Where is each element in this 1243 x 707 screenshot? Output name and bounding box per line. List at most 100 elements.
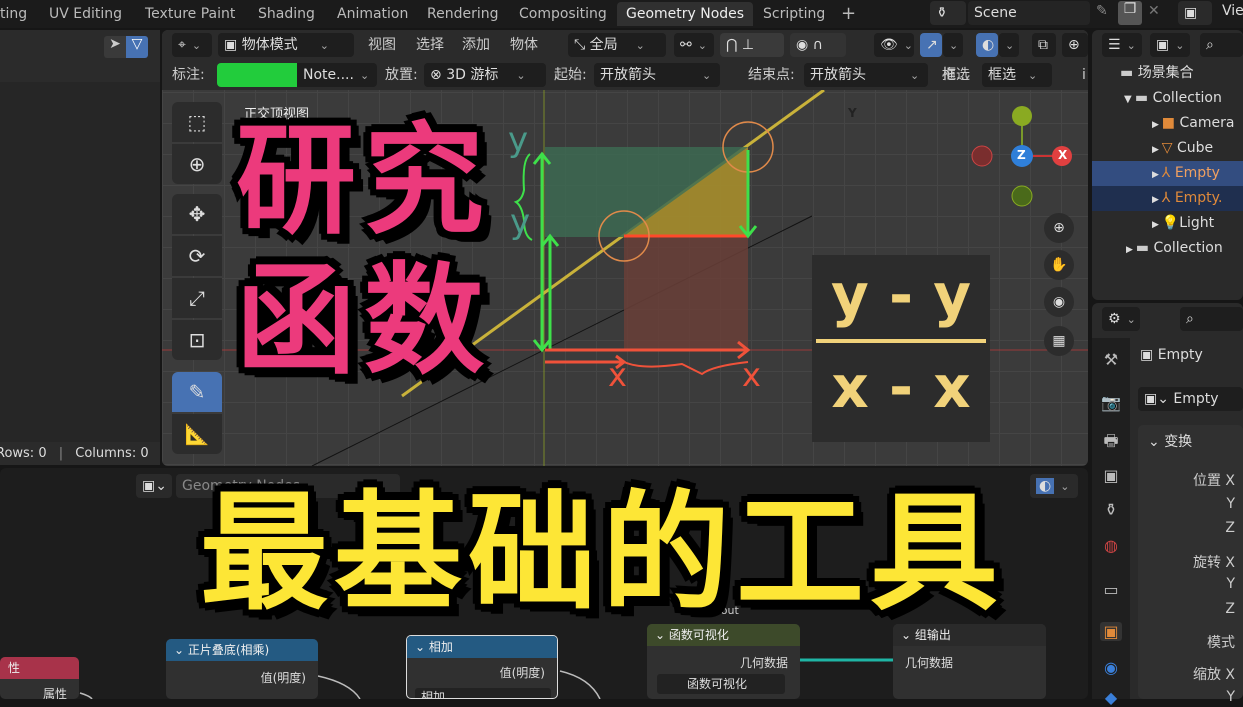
cursor-icon[interactable]: ➤ [104,36,126,58]
scene-props-icon[interactable]: ⚱ [1100,500,1122,519]
new-scene-icon[interactable]: ❐ [1118,1,1142,25]
search-icon[interactable]: ⌕ [1200,33,1243,57]
rotate-tool[interactable]: ⟳ [172,236,222,276]
render-icon[interactable]: 📷 [1100,393,1122,412]
view-layer-props-icon[interactable]: ▣ [1100,466,1122,485]
end-style-selector[interactable]: 开放箭头 ⌄ [804,63,928,87]
gizmo-x-label[interactable]: X [1058,148,1067,162]
menu-object[interactable]: 物体 [510,33,538,57]
cursor-tool[interactable]: ⊕ [172,144,222,184]
outliner-item-cube[interactable]: ▶ ▽ Cube [1092,136,1243,161]
physics-icon[interactable]: ◆ [1100,688,1122,707]
editor-type-icon[interactable]: ⌖ ⌄ [172,33,212,57]
location-x-label: 位置 X [1192,473,1235,489]
outliner-item-empty[interactable]: ▶ ⅄ Empty [1092,161,1243,186]
overlay-subtitle: 最基础的工具 [200,479,1005,628]
scale-tool[interactable]: ⤢ [172,278,222,318]
view-layer-icon[interactable]: ▣ [1178,1,1212,25]
move-tool[interactable]: ✥ [172,194,222,234]
tab-shading[interactable]: Shading [249,2,324,26]
node-attribute[interactable]: 性 属性 [0,657,79,699]
outliner-item-light[interactable]: ▶ 💡Light [1092,211,1243,236]
scene-icon[interactable]: ⚱ [930,1,966,25]
gizmo-y-label[interactable]: Y [848,106,857,120]
workspace-tabs-bar: ting UV Editing Texture Paint Shading An… [0,0,1243,28]
node-multiply[interactable]: ⌄ 正片叠底(相乘) 值(明度) [166,639,318,699]
outliner-item-camera[interactable]: ▶ ■ Camera [1092,111,1243,136]
filter-icon[interactable]: ▽ [126,36,148,58]
overlay-dropdown[interactable]: ⌄ [999,33,1019,57]
outliner-root[interactable]: ▬ 场景集合 [1092,61,1243,86]
visibility-icon[interactable]: 👁 ⌄ [874,33,914,57]
view-layer-name[interactable]: Vie [1222,3,1243,19]
annotation-color-swatch[interactable] [217,63,297,87]
rotation-mode-label: 模式 [1207,635,1235,651]
collection-props-icon[interactable]: ▭ [1100,580,1122,599]
node-group-output[interactable]: ⌄ 组输出 几何数据 [893,624,1046,699]
output-icon[interactable]: 🖶 [1100,430,1122,457]
add-workspace-button[interactable]: + [832,2,865,26]
location-y-label: Y [1226,496,1235,512]
tab-animation[interactable]: Animation [328,2,417,26]
gizmo-z-label[interactable]: Z [1017,148,1026,162]
tab-scripting[interactable]: Scripting [754,2,834,26]
editor-type-properties-icon[interactable]: ⚙ ⌄ [1102,307,1140,331]
select-box-tool[interactable]: ⬚ [172,102,222,142]
end-label: 结束点: [748,67,795,83]
tab-rendering[interactable]: Rendering [418,2,508,26]
display-mode-icon[interactable]: ☰ ⌄ [1102,33,1142,57]
object-data-selector[interactable]: ▣⌄ Empty [1138,387,1243,411]
placement-selector[interactable]: ⊗ 3D 游标 ⌄ [424,63,546,87]
grid-view-icon[interactable]: ▦ [1044,326,1074,356]
modifier-icon[interactable]: ◉ [1100,658,1122,677]
tab-uv-editing[interactable]: UV Editing [40,2,131,26]
xray-icon[interactable]: ⧉ [1032,33,1056,57]
scale-y-label: Y [1226,689,1235,705]
close-icon[interactable]: ✕ [1148,3,1160,19]
mesh-icon: ▽ [1161,140,1178,156]
pivot-icon[interactable]: ⚯ ⌄ [674,33,714,57]
zoom-icon[interactable]: ⊕ [1044,213,1074,243]
more-settings[interactable]: i [1082,63,1086,87]
annotate-label: 标注: [172,67,205,83]
camera-view-icon[interactable]: ◉ [1044,287,1074,317]
start-style-selector[interactable]: 开放箭头 ⌄ [594,63,720,87]
gizmo-toggle-icon[interactable]: ↗ [920,33,942,57]
rotation-x-label: 旋转 X [1192,555,1235,571]
object-props-icon[interactable]: ▣ [1100,622,1122,641]
transform-tool[interactable]: ⊡ [172,320,222,360]
scene-selector[interactable]: Scene [968,1,1090,25]
annotate-tool[interactable]: ✎ [172,372,222,412]
outliner-item-collection-2[interactable]: ▶ ▬ Collection [1092,236,1243,261]
transform-orientation[interactable]: ⤡ 全局 ⌄ [568,33,666,57]
outliner-item-empty-2[interactable]: ▶ ⅄ Empty. [1092,186,1243,211]
tab-texture-paint[interactable]: Texture Paint [136,2,244,26]
menu-select[interactable]: 选择 [416,33,444,57]
pan-hand-icon[interactable]: ✋ [1044,250,1074,280]
node-function-visualize[interactable]: ⌄ 函数可视化 几何数据 函数可视化 [647,624,800,699]
measure-tool[interactable]: 📐 [172,414,222,454]
light-icon: 💡 [1161,215,1180,231]
drag-selector[interactable]: 框选 ⌄ [982,63,1052,87]
filter-view-icon[interactable]: ▣ ⌄ [1150,33,1190,57]
transform-section-header[interactable]: ⌄ 变换 [1148,431,1192,451]
pin-icon[interactable]: ✎ [1096,3,1108,19]
menu-view[interactable]: 视图 [368,33,396,57]
tool-icon[interactable]: ⚒ [1100,350,1122,369]
mode-selector[interactable]: ▣ 物体模式 ⌄ [218,33,354,57]
formula-denominator: x - x [831,353,971,421]
wireframe-shading-icon[interactable]: ⊕ [1062,33,1088,57]
properties-search[interactable]: ⌕ [1180,307,1243,331]
gizmo-dropdown[interactable]: ⌄ [943,33,963,57]
world-icon[interactable]: ◍ [1100,536,1122,555]
menu-add[interactable]: 添加 [462,33,490,57]
proportional-edit-icon[interactable]: ◉ ∩ [790,33,846,57]
snap-icon[interactable]: ⋂ ⊥ [720,33,784,57]
node-add[interactable]: ⌄ 相加 值(明度) 相加 [406,635,558,699]
overlay-toggle-icon[interactable]: ◐ [976,33,998,57]
note-layer-selector[interactable]: Note.... ⌄ [297,63,377,87]
tab-compositing[interactable]: Compositing [510,2,616,26]
outliner-item-collection[interactable]: ▼ ▬ Collection [1092,86,1243,111]
tab-layout[interactable]: ting [0,2,36,26]
tab-geometry-nodes[interactable]: Geometry Nodes [617,2,754,26]
